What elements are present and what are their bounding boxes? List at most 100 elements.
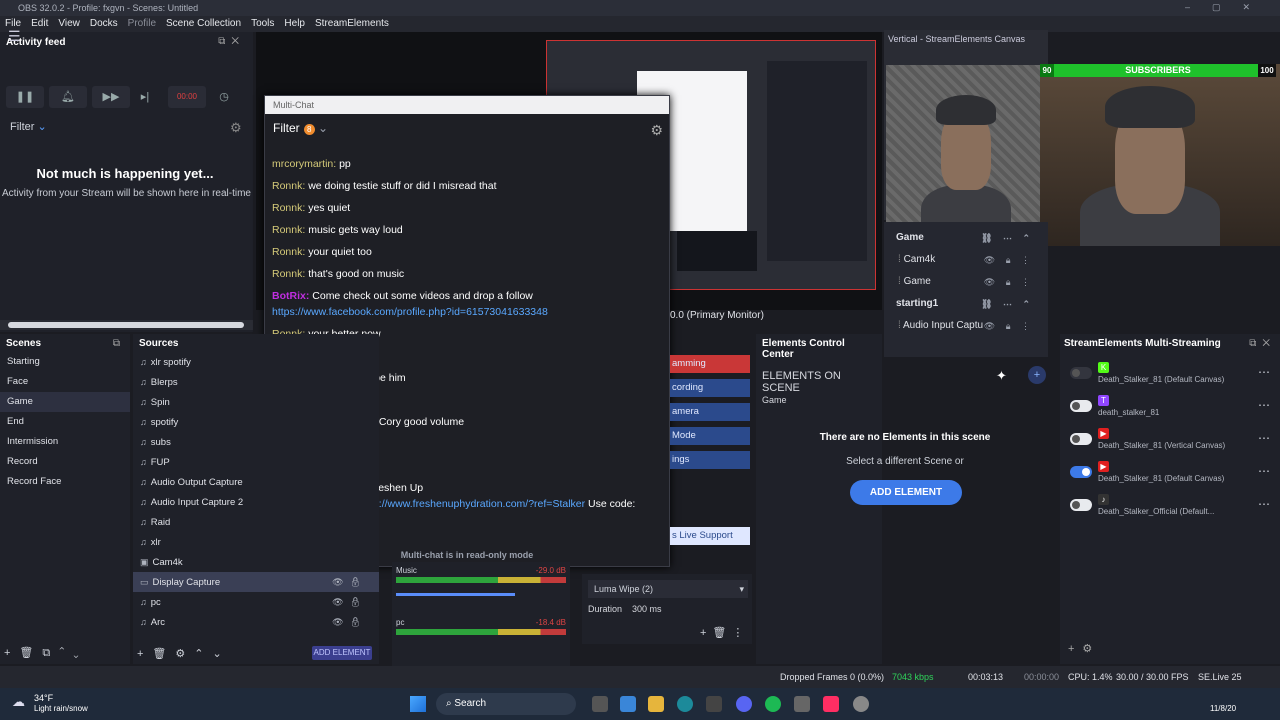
visibility-lock-icons[interactable]: 👁︎ 🔒︎ ⋮ bbox=[984, 316, 1034, 336]
chat-username[interactable]: Ronnk: bbox=[272, 268, 305, 280]
pause-icon[interactable]: ❚❚ bbox=[6, 86, 44, 108]
control-recording[interactable]: cording bbox=[670, 379, 750, 397]
copilot-icon[interactable] bbox=[620, 696, 636, 712]
gear-icon[interactable]: ⚙ bbox=[230, 120, 242, 136]
task-view-icon[interactable] bbox=[592, 696, 608, 712]
source-item[interactable]: ♫ Arc 👁︎🔒︎ bbox=[133, 612, 379, 632]
destination-toggle[interactable] bbox=[1070, 400, 1092, 412]
chat-username[interactable]: BotRix: bbox=[272, 290, 309, 302]
spotify-icon[interactable] bbox=[765, 696, 781, 712]
ecc-add-element-button[interactable]: ADD ELEMENT bbox=[850, 480, 962, 505]
activity-filter[interactable]: Filter ⌄ bbox=[10, 120, 47, 133]
magic-icon[interactable]: ✦ bbox=[996, 368, 1007, 384]
source-item[interactable]: ▭ Display Capture 👁︎🔒︎ bbox=[133, 572, 379, 592]
destination-toggle[interactable] bbox=[1070, 433, 1092, 445]
eye-lock-icon[interactable]: 👁︎🔒︎ bbox=[332, 592, 367, 612]
source-item[interactable]: ♫ Audio Input Capture 2 bbox=[133, 492, 379, 512]
more-icon[interactable]: ⋯ bbox=[1258, 365, 1270, 379]
source-item[interactable]: ♫ subs bbox=[133, 432, 379, 452]
discord-icon[interactable] bbox=[736, 696, 752, 712]
source-item[interactable]: ▣ Cam4k bbox=[133, 552, 379, 572]
destination-toggle[interactable] bbox=[1070, 466, 1092, 478]
scene-item[interactable]: Record bbox=[0, 452, 130, 472]
add-icon[interactable]: + bbox=[1028, 366, 1046, 384]
chat-username[interactable]: Ronnk: bbox=[272, 202, 305, 214]
scene-item[interactable]: Record Face bbox=[0, 472, 130, 492]
source-item[interactable]: ♫ spotify bbox=[133, 412, 379, 432]
visibility-lock-icons[interactable]: 👁︎ 🔒︎ ⋮ bbox=[984, 250, 1034, 270]
menu-scene-collection[interactable]: Scene Collection bbox=[161, 16, 246, 31]
scene-item[interactable]: Intermission bbox=[0, 432, 130, 452]
scene-tree-group[interactable]: starting1 ⛓ ⋯ ⌃ bbox=[884, 294, 1044, 314]
more-icon[interactable]: ⋯ bbox=[1258, 464, 1270, 478]
visibility-lock-icons[interactable]: 👁︎ 🔒︎ ⋮ bbox=[984, 272, 1034, 292]
scene-item[interactable]: Game bbox=[0, 392, 130, 412]
source-item[interactable]: ♫ xlr bbox=[133, 532, 379, 552]
destination-toggle[interactable] bbox=[1070, 367, 1092, 379]
activity-timer[interactable]: 00:00 bbox=[168, 86, 206, 108]
chat-link[interactable]: https://www.freshenuphydration.com/?ref=… bbox=[356, 498, 585, 510]
window-controls[interactable]: –▢✕ bbox=[1185, 2, 1272, 13]
more-icon[interactable]: ⋯ bbox=[1258, 398, 1270, 412]
chat-username[interactable]: Ronnk: bbox=[272, 246, 305, 258]
control-settings[interactable]: ings bbox=[670, 451, 750, 469]
source-item[interactable]: ♫ Spin bbox=[133, 392, 379, 412]
source-item[interactable]: ♫ Raid bbox=[133, 512, 379, 532]
history-icon[interactable]: ◷ bbox=[214, 86, 234, 108]
source-item[interactable]: ♫ pc 👁︎🔒︎ bbox=[133, 592, 379, 612]
scene-tree-item[interactable]: ⁞ Audio Input Captu 👁︎ 🔒︎ ⋮ bbox=[884, 316, 1044, 336]
source-item[interactable]: ♫ xlr spotify bbox=[133, 352, 379, 372]
bell-icon[interactable]: 🔔︎ bbox=[49, 86, 87, 108]
taskbar-search[interactable]: ⌕ Search bbox=[436, 693, 576, 715]
multichat-filter[interactable]: Filter 8 ⌄ bbox=[265, 114, 669, 140]
control-studio-mode[interactable]: Mode bbox=[670, 427, 750, 445]
destination-toggle[interactable] bbox=[1070, 499, 1092, 511]
chat-link[interactable]: https://www.facebook.com/profile.php?id=… bbox=[272, 306, 548, 318]
dock-controls[interactable]: ⧉ bbox=[113, 338, 126, 349]
dock-controls[interactable]: ⧉✕ bbox=[218, 36, 245, 47]
source-item[interactable]: ♫ FUP bbox=[133, 452, 379, 472]
store-icon[interactable] bbox=[706, 696, 722, 712]
chat-username[interactable]: mrcorymartin: bbox=[272, 158, 336, 170]
scene-toolbar[interactable]: +🗑︎⧉⌃⌄ bbox=[4, 646, 88, 660]
control-virtual-camera[interactable]: amera bbox=[670, 403, 750, 421]
next-icon[interactable]: ▸| bbox=[135, 86, 155, 108]
file-explorer-icon[interactable] bbox=[648, 696, 664, 712]
scene-item[interactable]: Face bbox=[0, 372, 130, 392]
control-streaming[interactable]: amming bbox=[670, 355, 750, 373]
more-icon[interactable]: ⋯ bbox=[1258, 497, 1270, 511]
scene-tree-item[interactable]: ⁞ Cam4k 👁︎ 🔒︎ ⋮ bbox=[884, 250, 1044, 270]
source-item[interactable]: ♫ Audio Output Capture bbox=[133, 472, 379, 492]
menu-profile[interactable]: Profile bbox=[123, 16, 161, 31]
eye-lock-icon[interactable]: 👁︎🔒︎ bbox=[332, 572, 367, 592]
skip-icon[interactable]: ▶▶ bbox=[92, 86, 130, 108]
visibility-lock-icons[interactable]: ⛓ ⋯ ⌃ bbox=[981, 228, 1034, 248]
windows-start-icon[interactable] bbox=[410, 696, 426, 712]
menu-help[interactable]: Help bbox=[279, 16, 310, 31]
scene-item[interactable]: Starting bbox=[0, 352, 130, 372]
volume-slider[interactable] bbox=[396, 593, 515, 596]
edge-icon[interactable] bbox=[677, 696, 693, 712]
add-element-button[interactable]: ADD ELEMENT bbox=[312, 646, 372, 660]
scene-item[interactable]: End bbox=[0, 412, 130, 432]
control-live-support[interactable]: s Live Support bbox=[670, 527, 750, 545]
chrome-icon[interactable] bbox=[853, 696, 869, 712]
menu-docks[interactable]: Docks bbox=[85, 16, 123, 31]
vertical-preview[interactable] bbox=[886, 65, 1044, 245]
hamburger-menu-icon[interactable]: ☰ bbox=[8, 28, 21, 45]
chat-username[interactable]: Ronnk: bbox=[272, 224, 305, 236]
duration-value[interactable]: 300 ms bbox=[632, 604, 662, 614]
menu-streamelements[interactable]: StreamElements bbox=[310, 16, 394, 31]
menu-tools[interactable]: Tools bbox=[246, 16, 279, 31]
tiktok-icon[interactable] bbox=[823, 696, 839, 712]
eye-lock-icon[interactable]: 👁︎🔒︎ bbox=[332, 612, 367, 632]
more-icon[interactable]: ⋯ bbox=[1258, 431, 1270, 445]
ms-toolbar[interactable]: +⚙ bbox=[1068, 642, 1100, 655]
scene-tree-group[interactable]: Game ⛓ ⋯ ⌃ bbox=[884, 228, 1044, 248]
obs-icon[interactable] bbox=[794, 696, 810, 712]
chat-username[interactable]: Ronnk: bbox=[272, 180, 305, 192]
scene-tree-item[interactable]: ⁞ Game 👁︎ 🔒︎ ⋮ bbox=[884, 272, 1044, 292]
menu-view[interactable]: View bbox=[53, 16, 85, 31]
menu-edit[interactable]: Edit bbox=[26, 16, 53, 31]
transition-toolbar[interactable]: +🗑︎⋮ bbox=[700, 626, 749, 639]
